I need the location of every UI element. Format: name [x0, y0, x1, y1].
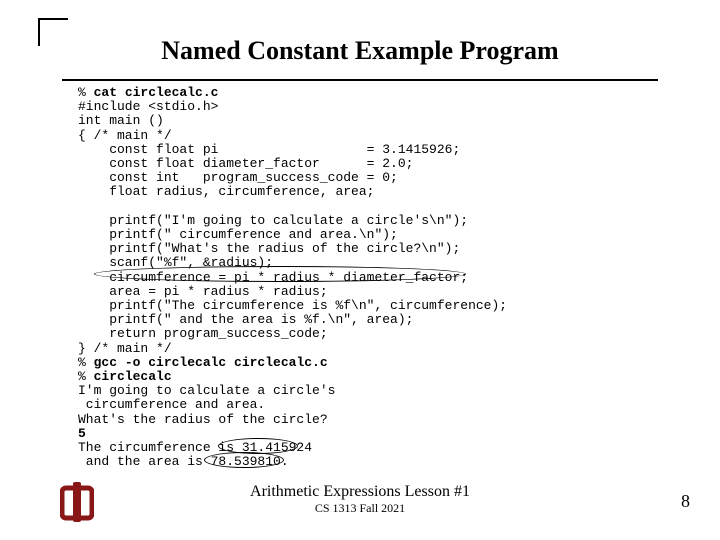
code-line: printf(" and the area is %f.\n", area);: [78, 312, 413, 327]
slide-footer: Arithmetic Expressions Lesson #1 CS 1313…: [0, 483, 720, 516]
code-line: I'm going to calculate a circle's: [78, 383, 335, 398]
code-line: printf(" circumference and area.\n");: [78, 227, 398, 242]
footer-line-2: CS 1313 Fall 2021: [0, 501, 720, 516]
page-number: 8: [681, 491, 690, 512]
code-line: printf("The circumference is %f\n", circ…: [78, 298, 507, 313]
code-line: return program_success_code;: [78, 326, 328, 341]
code-line: What's the radius of the circle?: [78, 412, 328, 427]
code-line: } /* main */: [78, 341, 172, 356]
code-line: %: [78, 369, 94, 384]
code-line: #include <stdio.h>: [78, 99, 218, 114]
annotation-circle: [204, 452, 284, 468]
code-command: cat circlecalc.c: [94, 85, 219, 100]
code-command: circlecalc: [94, 369, 172, 384]
slide-title: Named Constant Example Program: [0, 36, 720, 66]
annotation-circle: [94, 266, 466, 282]
code-line: const float pi = 3.1415926;: [78, 142, 460, 157]
code-line: { /* main */: [78, 128, 172, 143]
university-logo-icon: [60, 482, 94, 522]
footer-line-1: Arithmetic Expressions Lesson #1: [0, 483, 720, 501]
code-line: printf("What's the radius of the circle?…: [78, 241, 460, 256]
code-command: gcc -o circlecalc circlecalc.c: [94, 355, 328, 370]
code-line: const float diameter_factor = 2.0;: [78, 156, 413, 171]
code-line: float radius, circumference, area;: [78, 184, 374, 199]
code-input: 5: [78, 426, 86, 441]
code-line: int main (): [78, 113, 164, 128]
code-line: area = pi * radius * radius;: [78, 284, 328, 299]
code-line: %: [78, 355, 94, 370]
code-line: %: [78, 85, 94, 100]
title-underline: [62, 79, 658, 81]
code-blank: [78, 199, 86, 214]
code-line: printf("I'm going to calculate a circle'…: [78, 213, 468, 228]
code-line: circumference and area.: [78, 397, 265, 412]
code-line: const int program_success_code = 0;: [78, 170, 398, 185]
